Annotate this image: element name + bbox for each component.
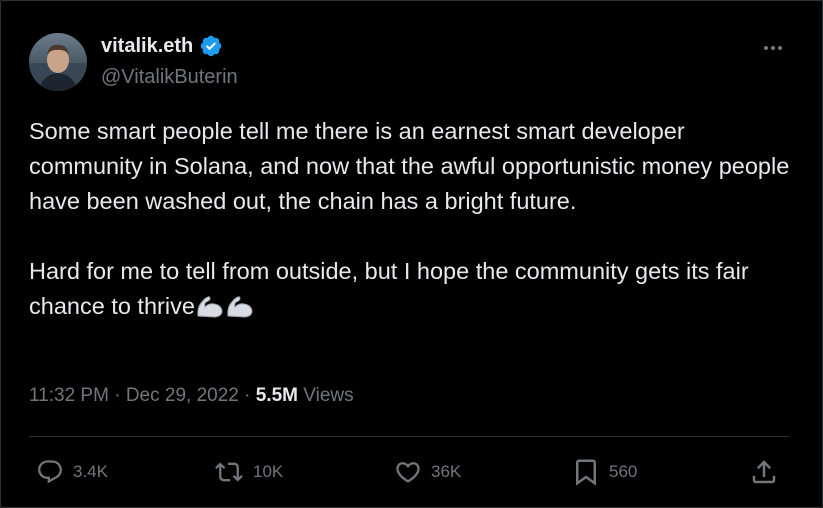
meta-separator: · <box>108 385 126 406</box>
verified-badge-icon[interactable] <box>199 34 223 58</box>
action-bar: 3.4K 10K 36K 560 <box>0 456 823 488</box>
reply-button[interactable]: 3.4K <box>35 456 108 488</box>
repost-button[interactable]: 10K <box>213 456 283 488</box>
tweet-date[interactable]: Dec 29, 2022 <box>126 385 239 406</box>
meta-separator: · <box>238 385 256 406</box>
bookmark-count: 560 <box>609 462 638 481</box>
tweet-time[interactable]: 11:32 PM <box>29 385 109 406</box>
views-label: Views <box>303 385 354 406</box>
flexed-biceps-icon <box>225 293 255 319</box>
tweet-text: Some smart people tell me there is an ea… <box>29 114 799 324</box>
repost-icon <box>215 462 243 482</box>
tweet-meta: 11:32 PM · Dec 29, 2022 · 5.5M Views <box>29 383 354 409</box>
reply-count: 3.4K <box>73 462 108 481</box>
more-dots-icon <box>764 46 782 50</box>
like-count: 36K <box>431 462 462 481</box>
like-button[interactable]: 36K <box>393 456 461 488</box>
tweet-paragraph-2-text: Hard for me to tell from outside, but I … <box>29 258 749 319</box>
tweet-paragraph-1: Some smart people tell me there is an ea… <box>29 118 790 214</box>
views-count: 5.5M <box>255 385 298 406</box>
share-button[interactable] <box>749 456 779 488</box>
reply-icon <box>38 460 62 484</box>
heart-icon <box>396 462 420 483</box>
share-icon <box>752 460 776 484</box>
author-display-name[interactable]: vitalik.eth <box>101 33 193 59</box>
tweet-paragraph-2: Hard for me to tell from outside, but I … <box>29 254 799 324</box>
author-handle[interactable]: @VitalikButerin <box>101 64 238 90</box>
more-options-button[interactable] <box>757 36 789 60</box>
avatar[interactable] <box>29 33 87 91</box>
flexed-biceps-icon <box>195 293 225 319</box>
bookmark-icon <box>576 459 596 486</box>
divider <box>29 436 789 437</box>
repost-count: 10K <box>253 462 284 481</box>
bookmark-button[interactable]: 560 <box>571 456 637 488</box>
